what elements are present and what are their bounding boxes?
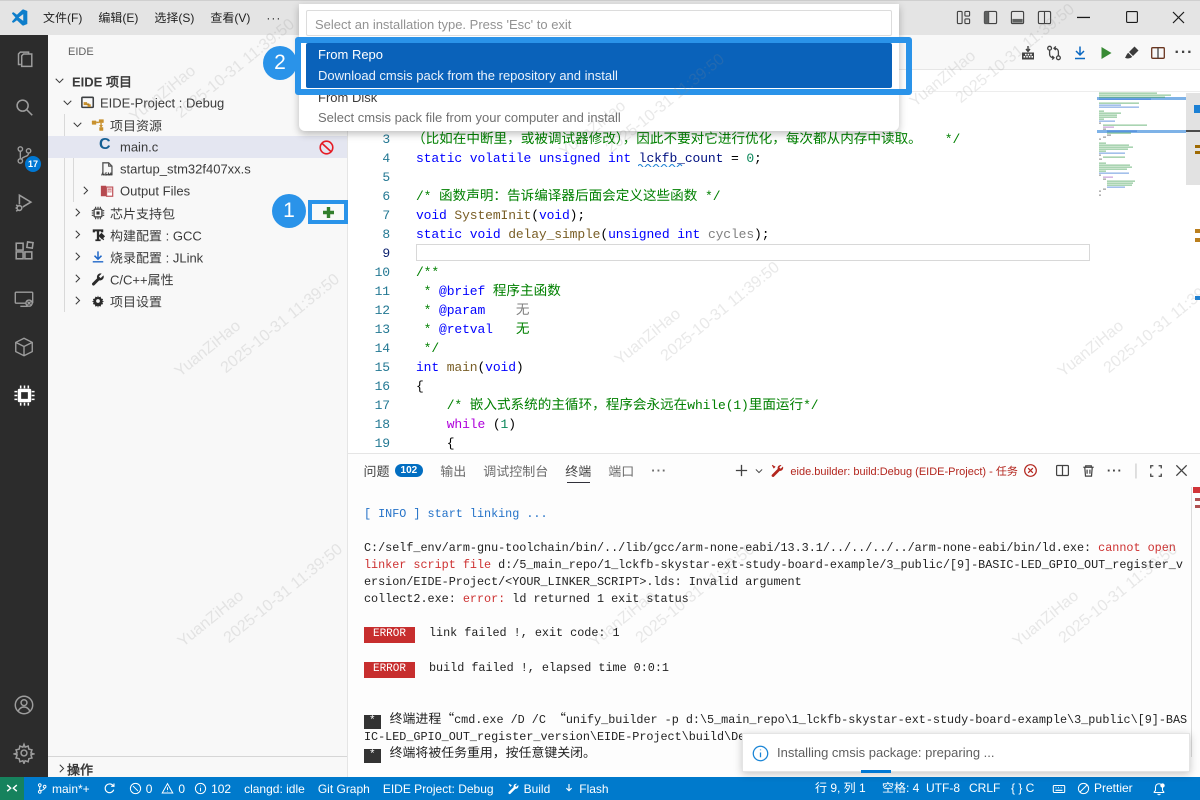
svg-text:ASM: ASM — [101, 172, 112, 176]
svg-text:31: 31 — [108, 189, 112, 193]
